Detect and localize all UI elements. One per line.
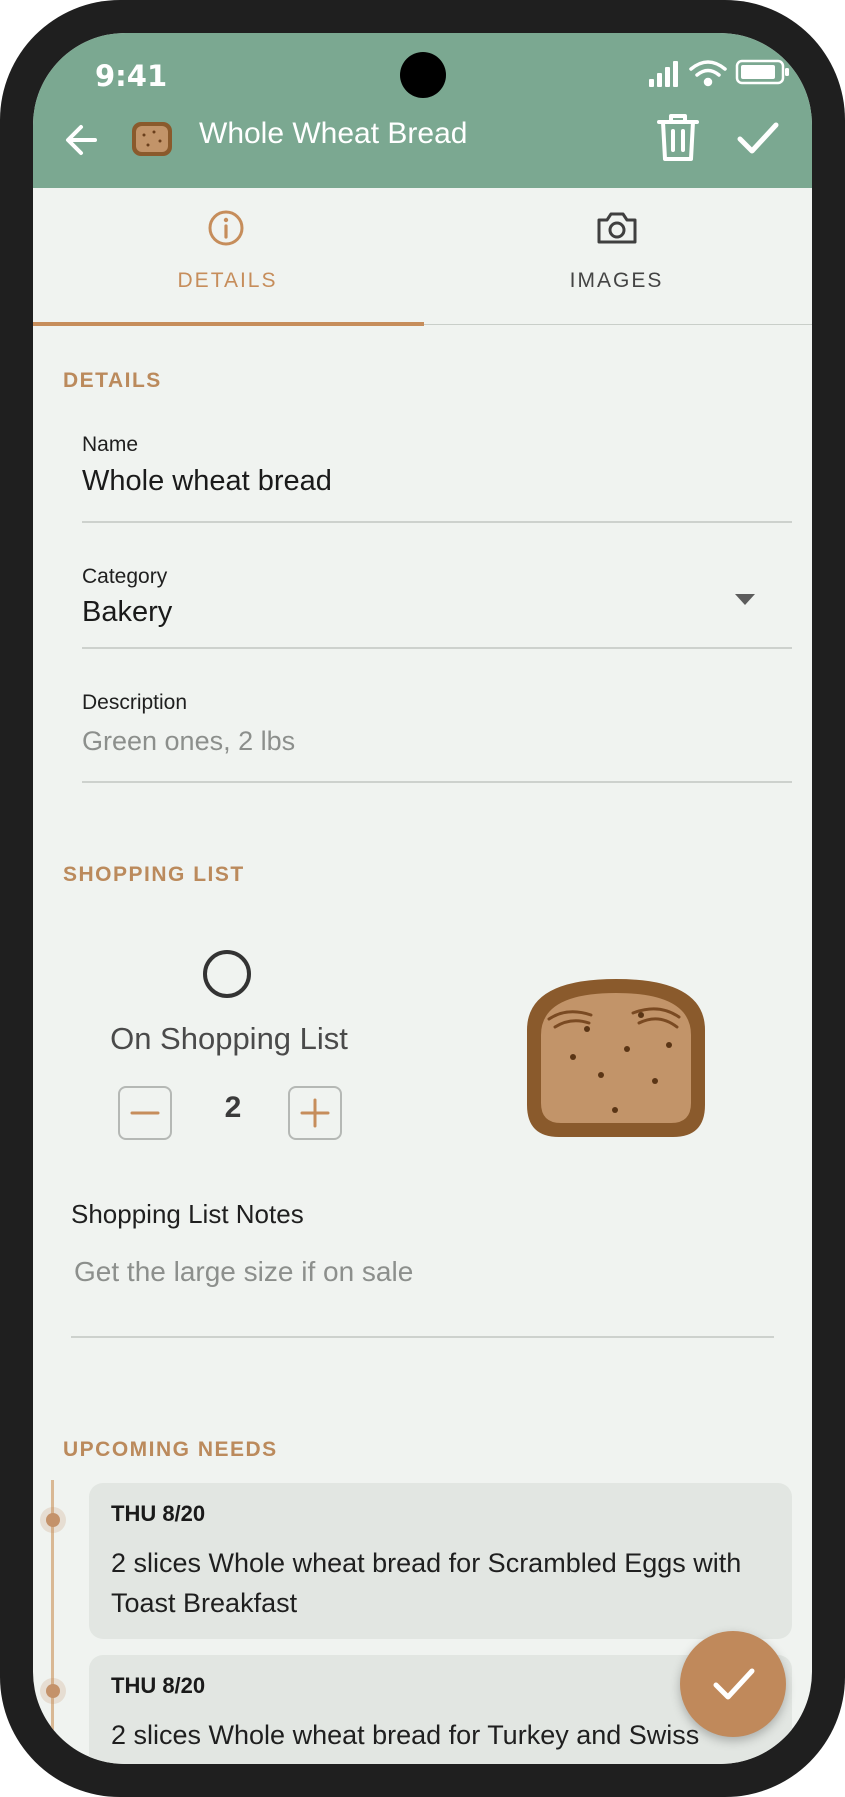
increase-quantity-button[interactable] [288, 1086, 342, 1140]
done-fab-button[interactable] [680, 1631, 786, 1737]
delete-button[interactable] [653, 109, 703, 165]
minus-icon [130, 1111, 160, 1115]
shopping-list-notes-field[interactable]: Get the large size if on sale [74, 1256, 413, 1288]
page-title: Whole Wheat Bread [199, 117, 468, 150]
camera-icon [597, 212, 637, 244]
plus-icon [300, 1098, 330, 1128]
name-label: Name [82, 433, 139, 456]
timeline-dot [46, 1513, 60, 1527]
category-label: Category [82, 565, 168, 588]
timeline-dot [46, 1684, 60, 1698]
quantity-value: 2 [224, 1091, 242, 1124]
need-date: THU 8/20 [111, 1501, 206, 1526]
on-shopping-list-toggle[interactable] [203, 950, 251, 998]
save-button[interactable] [733, 113, 783, 163]
status-icons [613, 55, 793, 89]
item-thumbnail [130, 119, 174, 159]
tab-images[interactable]: IMAGES [422, 188, 811, 328]
name-underline [82, 521, 792, 523]
status-time: 9:41 [95, 59, 168, 93]
need-description: 2 slices Whole wheat bread for Scrambled… [111, 1548, 742, 1618]
category-select[interactable]: Bakery [82, 596, 172, 629]
app-screen: 9:41 Whole Wheat Bread DETAILS IMAGES DE… [33, 33, 812, 1764]
back-arrow-icon [66, 125, 97, 155]
info-icon [208, 210, 244, 246]
description-label: Description [82, 691, 188, 714]
tab-bar: DETAILS IMAGES [33, 188, 812, 328]
tab-details-label: DETAILS [177, 269, 278, 292]
description-field[interactable]: Green ones, 2 lbs [82, 726, 295, 757]
trash-icon [657, 114, 699, 161]
tab-details[interactable]: DETAILS [33, 188, 422, 328]
details-heading: DETAILS [63, 369, 162, 392]
bread-icon [132, 122, 172, 156]
check-icon [713, 1668, 755, 1700]
battery-icon [735, 59, 789, 85]
upcoming-needs-heading: UPCOMING NEEDS [63, 1438, 278, 1461]
item-image [519, 975, 713, 1141]
back-button[interactable] [57, 115, 107, 165]
decrease-quantity-button[interactable] [118, 1086, 172, 1140]
on-shopping-list-label: On Shopping List [110, 1021, 348, 1056]
need-date: THU 8/20 [111, 1673, 206, 1698]
notes-underline [71, 1336, 774, 1338]
signal-icon [649, 61, 678, 87]
bread-icon [527, 979, 705, 1137]
shopping-list-heading: SHOPPING LIST [63, 863, 245, 886]
shopping-list-notes-label: Shopping List Notes [71, 1199, 304, 1229]
wifi-icon [689, 60, 727, 87]
chevron-down-icon[interactable] [735, 594, 755, 605]
app-bar: 9:41 Whole Wheat Bread [33, 33, 812, 188]
tab-indicator [33, 322, 424, 326]
tab-images-label: IMAGES [569, 269, 664, 292]
description-underline [82, 781, 792, 783]
need-description: 2 slices Whole wheat bread for Turkey an… [111, 1720, 700, 1764]
need-card[interactable]: THU 8/20 2 slices Whole wheat bread for … [89, 1483, 792, 1639]
check-icon [737, 122, 779, 154]
name-field[interactable]: Whole wheat bread [82, 465, 332, 498]
category-underline [82, 647, 792, 649]
camera-cutout [400, 52, 446, 98]
